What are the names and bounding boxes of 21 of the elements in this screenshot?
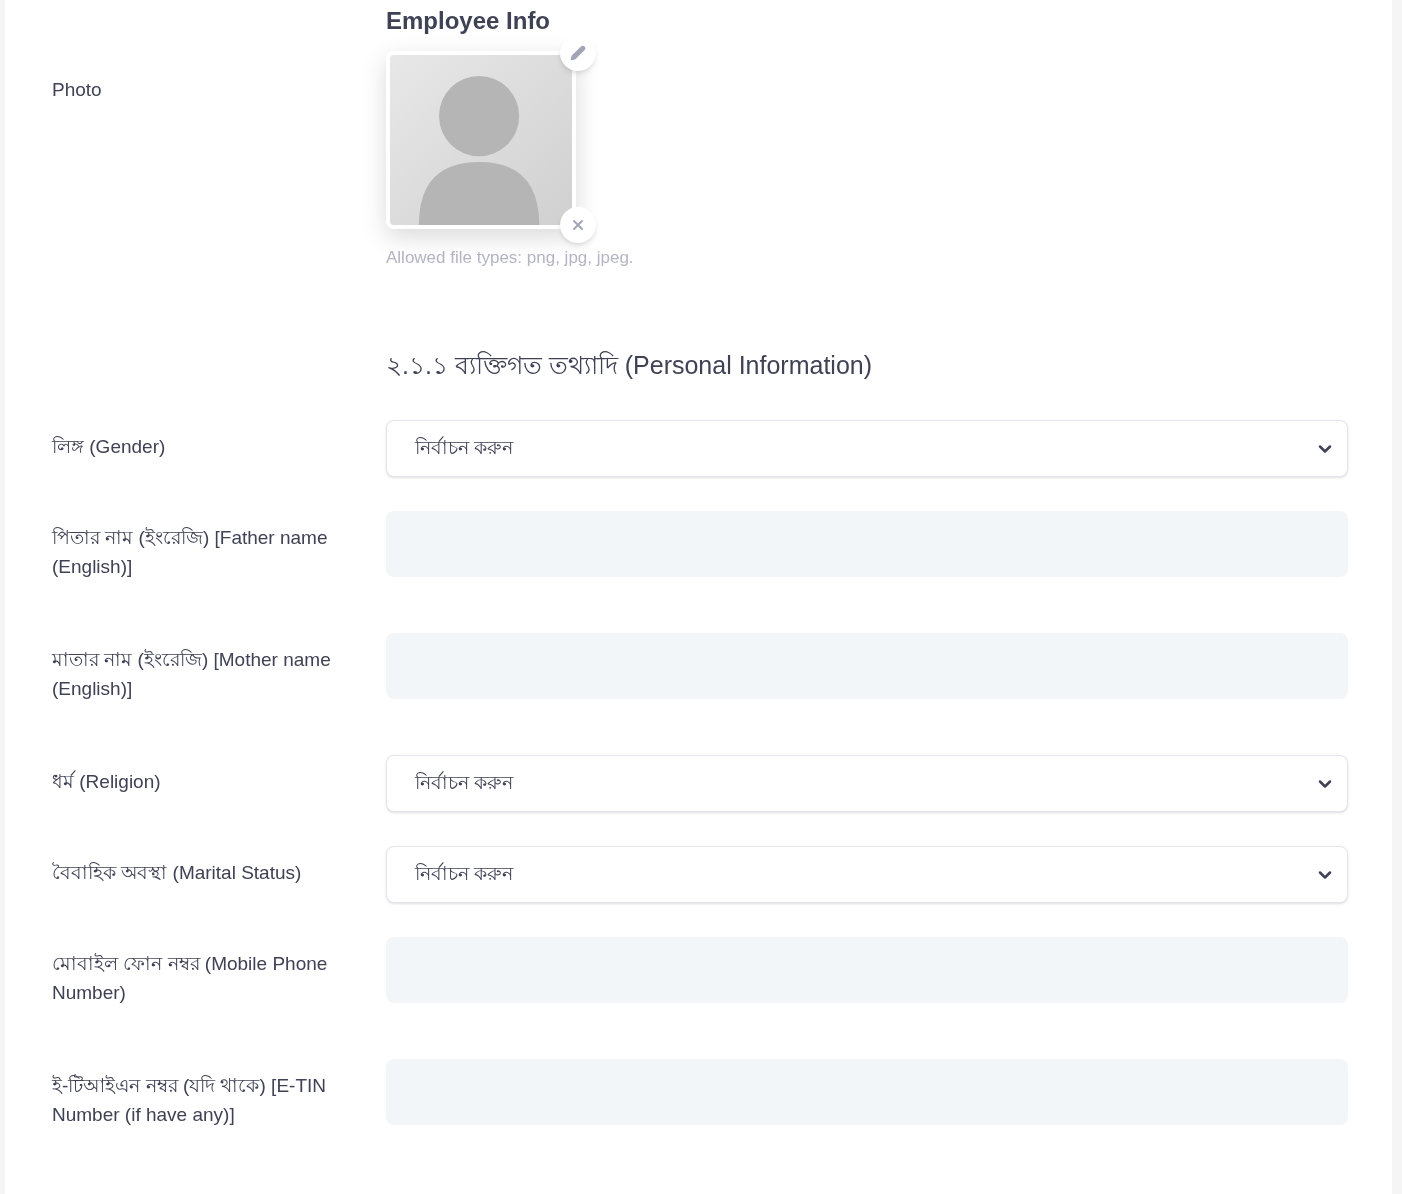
select-field[interactable]: নির্বাচন করুন: [386, 846, 1348, 903]
file-types-hint: Allowed file types: png, jpg, jpeg.: [386, 247, 635, 269]
close-icon: [570, 217, 586, 233]
field-label: ই-টিআইএন নম্বর (যদি থাকে) [E-TIN Number (if have any)]: [52, 1073, 327, 1127]
field-label: মোবাইল ফোন নম্বর (Mobile Phone Number): [52, 952, 329, 1005]
field-label: Photo: [52, 79, 102, 100]
subsection-title: ২.১.১ ব্যক্তিগত তথ্যাদি (Personal Information): [386, 349, 873, 381]
pencil-icon: [570, 45, 586, 61]
field-label: মাতার নাম (ইংরেজি) [Mother name (English)]: [52, 648, 332, 701]
field-label: ধর্ম (Religion): [52, 769, 162, 794]
select-value: নির্বাচন করুন: [415, 770, 514, 796]
field-label: বৈবাহিক অবস্থা (Marital Status): [52, 861, 303, 885]
select-field[interactable]: নির্বাচন করুন: [386, 420, 1348, 477]
select-field[interactable]: নির্বাচন করুন: [386, 755, 1348, 812]
select-value: নির্বাচন করুন: [415, 861, 514, 887]
section-title: Employee Info: [386, 6, 552, 36]
remove-photo-button[interactable]: [560, 207, 596, 243]
edit-photo-button[interactable]: [560, 35, 596, 71]
field-label: পিতার নাম (ইংরেজি) [Father name (English)]: [52, 526, 329, 579]
select-value: নির্বাচন করুন: [415, 435, 514, 461]
field-label: লিঙ্গ (Gender): [52, 435, 167, 459]
